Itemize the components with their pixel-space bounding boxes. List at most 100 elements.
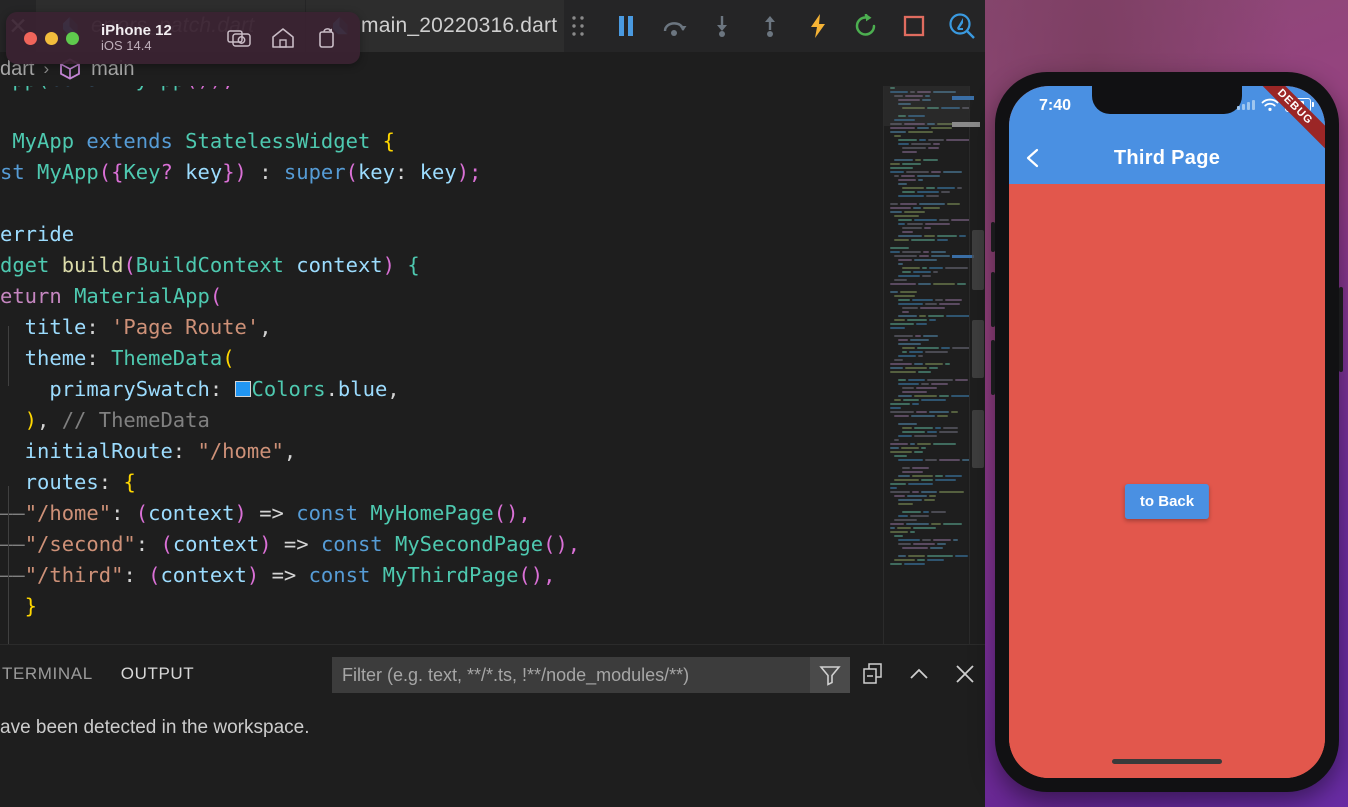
minimap-token xyxy=(928,138,944,142)
code-token: : xyxy=(259,160,284,184)
code-line: theme: ThemeData( xyxy=(0,343,580,374)
clear-output-icon[interactable] xyxy=(856,657,890,691)
minimap-token xyxy=(890,326,905,330)
minimap-token xyxy=(957,186,962,190)
screenshot-icon[interactable] xyxy=(226,25,252,51)
minimap-token xyxy=(890,362,912,366)
minimap-token xyxy=(902,510,921,514)
code-content: App(const MyApp()); MyApp extends Statel… xyxy=(0,86,580,622)
close-panel-icon[interactable] xyxy=(948,657,982,691)
minimap-token xyxy=(890,406,901,410)
minimap-token xyxy=(898,514,908,518)
home-indicator[interactable] xyxy=(1112,759,1222,764)
minimap-token xyxy=(928,146,939,150)
code-token: ) xyxy=(382,253,408,277)
code-token: : xyxy=(98,470,124,494)
code-token: "/second" xyxy=(24,532,136,556)
minimap-token xyxy=(924,498,935,502)
code-token: —— xyxy=(0,532,25,556)
minimap-token xyxy=(898,262,903,266)
minimap-token xyxy=(894,534,903,538)
scrollbar-thumb[interactable] xyxy=(972,410,984,468)
minimap-token xyxy=(908,130,933,134)
minimap-token xyxy=(894,358,903,362)
minimap-token xyxy=(933,442,956,446)
minimap-token xyxy=(910,442,915,446)
code-token: { xyxy=(123,470,136,494)
code-token: : xyxy=(86,315,112,339)
hot-restart-icon[interactable] xyxy=(852,12,880,40)
minimap-token xyxy=(910,530,915,534)
minimap-token xyxy=(921,478,933,482)
code-token: key xyxy=(185,160,223,184)
minimap-token xyxy=(898,554,906,558)
code-token: blue xyxy=(337,377,388,401)
drag-handle-icon[interactable] xyxy=(564,12,592,40)
scrollbar-thumb[interactable] xyxy=(972,320,984,378)
code-editor[interactable]: App(const MyApp()); MyApp extends Statel… xyxy=(0,86,990,644)
pause-icon[interactable] xyxy=(612,12,640,40)
rotate-icon[interactable] xyxy=(314,25,340,51)
minimap-token xyxy=(906,522,929,526)
code-token: ()); xyxy=(185,86,234,91)
code-token: MyApp xyxy=(37,160,99,184)
minimap-token xyxy=(919,254,929,258)
zoom-window-button[interactable] xyxy=(66,31,79,45)
filter-input[interactable] xyxy=(332,664,810,686)
minimap-token xyxy=(890,366,903,370)
minimize-window-button[interactable] xyxy=(45,31,58,45)
panel-tab-output[interactable]: OUTPUT xyxy=(107,664,208,684)
code-token: ( xyxy=(135,501,149,525)
minimap-token xyxy=(911,414,935,418)
minimap-token xyxy=(902,386,914,390)
home-icon[interactable] xyxy=(270,25,296,51)
minimap-token xyxy=(907,222,923,226)
code-token: ( xyxy=(98,160,112,184)
minimap-token xyxy=(902,226,922,230)
code-token: primarySwatch xyxy=(0,377,210,401)
minimap-token xyxy=(935,426,941,430)
minimap-token xyxy=(890,526,895,530)
minimap-token xyxy=(941,190,950,194)
volume-up-button xyxy=(991,272,995,327)
code-token: ); xyxy=(456,160,482,184)
scrollbar-thumb[interactable] xyxy=(972,230,984,290)
code-line: MyApp extends StatelessWidget { xyxy=(0,126,580,157)
minimap-token xyxy=(916,322,927,326)
chevron-left-icon[interactable] xyxy=(1023,148,1043,168)
minimap-token xyxy=(919,202,945,206)
minimap-token xyxy=(902,270,911,274)
simulator-titlebar[interactable]: iPhone 12 iOS 14.4 xyxy=(6,12,360,64)
code-line: routes: { xyxy=(0,467,580,498)
code-token: { xyxy=(111,160,124,184)
minimap-token xyxy=(890,322,914,326)
minimap-token xyxy=(898,182,907,186)
minimap-token xyxy=(905,366,927,370)
minimap-slider[interactable] xyxy=(884,86,970,126)
minimap-token xyxy=(927,558,944,562)
code-line: erride xyxy=(0,219,580,250)
step-into-icon[interactable] xyxy=(708,12,736,40)
step-over-icon[interactable] xyxy=(660,12,688,40)
to-back-button[interactable]: to Back xyxy=(1124,484,1210,519)
minimap-token xyxy=(937,238,948,242)
funnel-icon[interactable] xyxy=(810,657,850,693)
step-out-icon[interactable] xyxy=(756,12,784,40)
minimap-token xyxy=(890,410,914,414)
code-token: => xyxy=(271,563,309,587)
chevron-up-icon[interactable] xyxy=(902,657,936,691)
minimap-token xyxy=(894,414,909,418)
stop-icon[interactable] xyxy=(900,12,928,40)
output-filter-box[interactable] xyxy=(332,657,850,693)
minimap-token xyxy=(925,222,950,226)
code-token: BuildContext xyxy=(135,253,297,277)
minimap-token xyxy=(894,158,913,162)
minimap-token xyxy=(917,126,929,130)
flutter-inspector-icon[interactable] xyxy=(948,12,976,40)
close-window-button[interactable] xyxy=(24,31,37,45)
hot-reload-icon[interactable] xyxy=(804,12,832,40)
code-token: routes xyxy=(0,470,99,494)
simulator-screen[interactable]: to Back 7:40 Third Page DEBUG xyxy=(1009,86,1325,778)
editor-minimap[interactable] xyxy=(884,86,970,644)
panel-tab-terminal[interactable]: TERMINAL xyxy=(0,664,107,684)
